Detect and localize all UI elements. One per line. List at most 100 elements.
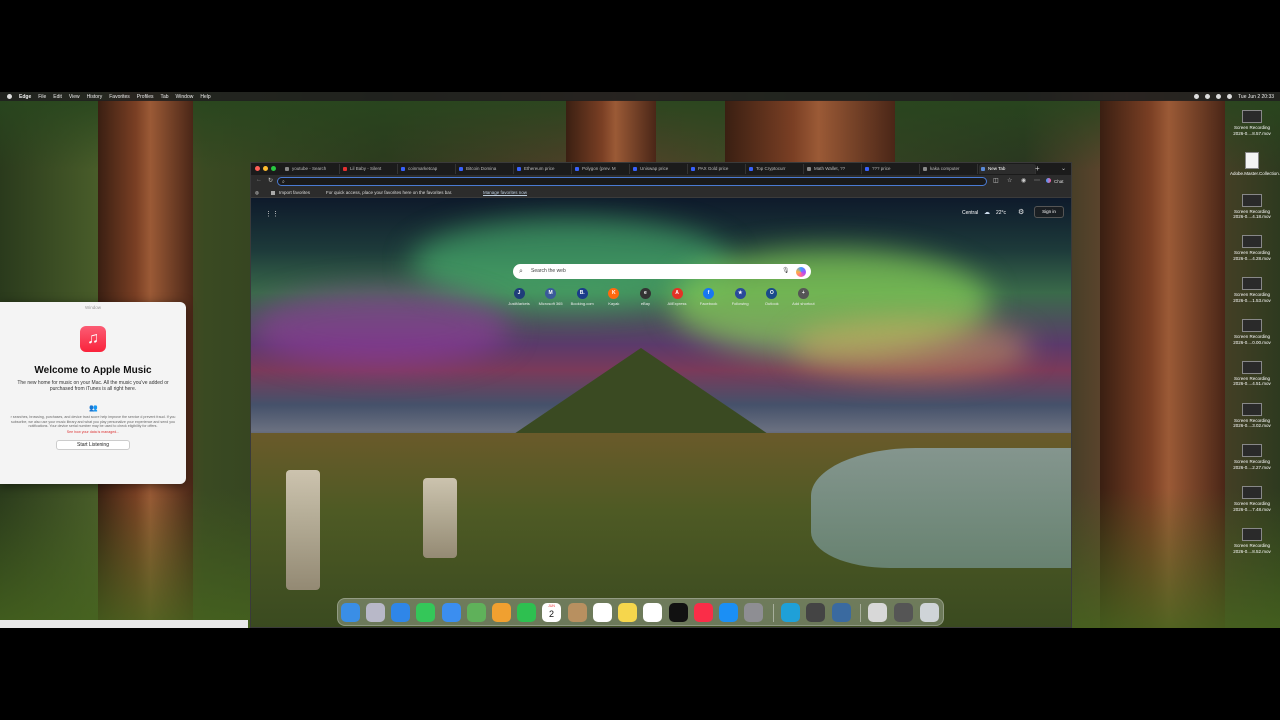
dock-facetime-icon[interactable] [517, 603, 536, 622]
tab-actions-chevron-icon[interactable]: ⌄ [1061, 163, 1066, 175]
browser-tab[interactable]: Polygon (prev. M [573, 164, 630, 174]
dock-launchpad-icon[interactable] [366, 603, 385, 622]
split-screen-icon[interactable]: ◫ [993, 177, 999, 184]
browser-tab[interactable]: Math Wallet, ?? [805, 164, 862, 174]
browser-tab[interactable]: Lil Baby - Silent [341, 164, 398, 174]
import-favorites-button[interactable]: Import favorites [279, 188, 310, 198]
browser-tab[interactable]: Uniswap price [631, 164, 688, 174]
desktop-file[interactable]: Screen Recording 2026-0....4.18.mov [1230, 193, 1274, 220]
dock-calculator-2-icon[interactable] [894, 603, 913, 622]
minimize-window-button[interactable] [263, 166, 268, 171]
dock-preview-icon[interactable] [868, 603, 887, 622]
page-settings-gear-icon[interactable]: ⚙ [1018, 208, 1024, 216]
chat-button[interactable]: Chat [1054, 175, 1064, 188]
tab-new-tab[interactable]: New Tab [979, 164, 1036, 174]
browser-tab[interactable]: youtube - Search [283, 164, 340, 174]
more-options-icon[interactable]: ⋯ [1034, 177, 1040, 184]
menu-edit[interactable]: Edit [53, 94, 62, 100]
video-thumbnail-icon [1242, 319, 1262, 332]
sign-in-button[interactable]: Sign in [1034, 206, 1064, 218]
shortcut-icon: e [639, 288, 651, 299]
waterfall [423, 478, 457, 558]
shortcut-tile[interactable]: + Add shortcut [783, 288, 823, 306]
menubar-clock[interactable]: Tue Jun 2 20:33 [1238, 94, 1274, 100]
favorites-star-icon[interactable]: ☆ [1007, 177, 1012, 184]
dock-freeform-icon[interactable] [643, 603, 662, 622]
desktop-file[interactable]: Screen Recording 2026-0....8.57.mov [1230, 110, 1274, 136]
dock-system-settings-icon[interactable] [744, 603, 763, 622]
address-bar[interactable]: ⌕ [277, 177, 987, 186]
menu-profiles[interactable]: Profiles [137, 94, 154, 100]
browser-tab[interactable]: Top Cryptocurr [747, 164, 804, 174]
desktop-file[interactable]: Screen Recording 2026-0....4.28.mov [1230, 235, 1274, 261]
dock-finder-icon[interactable] [341, 603, 360, 622]
tab-strip: youtube - Search Lil Baby - Silent coinmar… [251, 163, 1071, 175]
zoom-window-button[interactable] [271, 166, 276, 171]
dock-notes-icon[interactable] [618, 603, 637, 622]
menu-app-name[interactable]: Edge [19, 94, 31, 100]
manage-favorites-link[interactable]: Manage favorites now [483, 188, 527, 198]
data-managed-link[interactable]: See how your data is managed... [0, 430, 186, 434]
menu-favorites[interactable]: Favorites [109, 94, 130, 100]
copilot-search-icon[interactable] [796, 267, 806, 277]
desktop-file[interactable]: Screen Recording 2026-0....7.48.mov [1230, 486, 1274, 512]
browser-tab[interactable]: PAX Gold price [689, 164, 746, 174]
dock-music-icon[interactable] [694, 603, 713, 622]
browser-tab[interactable]: ??? price [863, 164, 920, 174]
close-window-button[interactable] [255, 166, 260, 171]
dock-contacts-icon[interactable] [568, 603, 587, 622]
weather-location[interactable]: Central [962, 210, 978, 216]
apps-grid-icon[interactable]: ⋮⋮ [265, 210, 279, 218]
favorites-bar-icon[interactable]: ◍ [255, 188, 259, 198]
tab-favicon-icon [749, 167, 753, 171]
copilot-icon[interactable] [1046, 178, 1051, 183]
start-listening-button[interactable]: Start Listening [56, 439, 130, 450]
desktop-file[interactable]: Screen Recording 2026-0....4.51.mov [1230, 360, 1274, 387]
desktop-file[interactable]: Screen Recording 2026-0....8.52.mov [1230, 528, 1274, 554]
menu-window[interactable]: Window [176, 94, 194, 100]
dock-calendar-icon[interactable]: JUN 2 [542, 603, 561, 622]
control-icon[interactable] [1194, 94, 1200, 99]
desktop-file-name: Screen Recording 2026-0....3.02.mov [1233, 417, 1271, 429]
dock-app-store-icon[interactable] [719, 603, 738, 622]
desktop-file[interactable]: Screen Recording 2026-0....0.00.mov [1230, 319, 1274, 345]
dock-photos-icon[interactable] [492, 603, 511, 622]
dock-quicktime-icon[interactable] [832, 603, 851, 622]
weather-temperature[interactable]: 22°c [996, 210, 1006, 216]
browser-tab[interactable]: Ethereum price [515, 164, 572, 174]
browser-tab[interactable]: coinmarketcap [399, 164, 456, 174]
dock-trash-icon[interactable] [920, 603, 939, 622]
dock-calculator-icon[interactable] [806, 603, 825, 622]
desktop-file[interactable]: Screen Recording 2026-0....1.53.mov [1230, 277, 1274, 303]
profile-icon[interactable]: ◉ [1021, 177, 1026, 184]
dock-maps-icon[interactable] [467, 603, 486, 622]
menu-file[interactable]: File [38, 94, 46, 100]
web-search-box[interactable]: ⌕ Search the web 🎙 [513, 264, 811, 279]
new-tab-plus-icon[interactable]: + [1035, 163, 1040, 175]
menu-view[interactable]: View [69, 94, 80, 100]
back-arrow-icon[interactable]: ← [256, 177, 262, 183]
dock-safari-icon[interactable] [391, 603, 410, 622]
dock-tv-icon[interactable] [669, 603, 688, 622]
wifi-icon[interactable] [1205, 94, 1211, 99]
browser-tab[interactable]: kaka computer [921, 164, 978, 174]
desktop-file[interactable]: Screen Recording 2026-0....2.27.mov [1230, 444, 1274, 470]
control-center-icon[interactable] [1227, 94, 1233, 99]
dock-edge-icon[interactable] [781, 603, 800, 622]
tab-favicon-icon [691, 167, 695, 171]
desktop-file[interactable]: Adobe.Master.Collection.C....VoTi.tar [1230, 151, 1280, 177]
refresh-icon[interactable]: ↻ [268, 177, 273, 184]
menu-help[interactable]: Help [200, 94, 210, 100]
desktop-file[interactable]: Screen Recording 2026-0....3.02.mov [1230, 402, 1274, 429]
dock-mail-icon[interactable] [442, 603, 461, 622]
dock-messages-icon[interactable] [416, 603, 435, 622]
microphone-icon[interactable]: 🎙 [782, 264, 790, 279]
tab-label: Bitcoin Domina [466, 166, 497, 171]
menu-history[interactable]: History [87, 94, 103, 100]
browser-tab[interactable]: Bitcoin Domina [457, 164, 514, 174]
search-icon[interactable] [1216, 94, 1222, 99]
shortcut-label: Add shortcut [792, 301, 815, 306]
dock-reminders-icon[interactable] [593, 603, 612, 622]
menu-tab[interactable]: Tab [160, 94, 168, 100]
apple-menu-icon[interactable] [7, 94, 12, 99]
